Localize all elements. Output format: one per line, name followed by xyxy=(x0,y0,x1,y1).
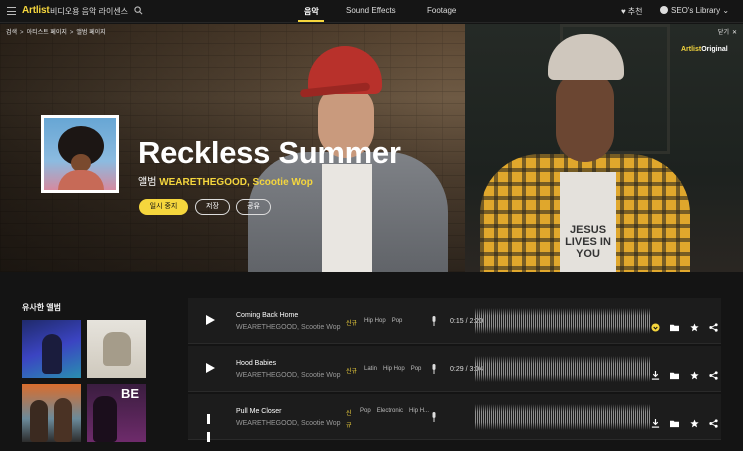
search-icon[interactable] xyxy=(134,6,143,15)
breadcrumb-separator: > xyxy=(20,30,24,36)
vocals-icon xyxy=(432,364,436,374)
share-icon[interactable] xyxy=(709,415,718,428)
chevron-down-icon: ⌄ xyxy=(722,6,730,15)
album-type-label: 앨범 xyxy=(138,177,157,188)
active-tab-indicator xyxy=(298,20,324,22)
tab-music[interactable]: 음악 xyxy=(304,6,319,17)
similar-album-3[interactable] xyxy=(22,384,81,442)
tshirt-print: JESUS LIVES IN YOU xyxy=(565,224,611,260)
track-artists[interactable]: WEARETHEGOOD, Scootie Wop xyxy=(236,324,341,331)
favorite-star-icon[interactable] xyxy=(690,415,699,428)
share-icon[interactable] xyxy=(709,319,718,332)
track-row[interactable]: Coming Back Home WEARETHEGOOD, Scootie W… xyxy=(188,298,721,344)
add-to-folder-icon[interactable] xyxy=(670,367,680,380)
track-row[interactable]: Hood Babies WEARETHEGOOD, Scootie Wop 신규… xyxy=(188,346,721,392)
cover-figure-shoulders xyxy=(58,170,104,190)
genre-tags: Hip Hop Pop xyxy=(364,318,408,324)
new-badge: 신규 xyxy=(346,369,358,375)
original-word: Original xyxy=(701,46,728,53)
breadcrumb-search[interactable]: 검색 xyxy=(6,30,17,36)
genre-tag[interactable]: Hip H... xyxy=(409,408,429,414)
download-icon[interactable] xyxy=(651,415,660,428)
genre-tags: Latin Hip Hop Pop xyxy=(364,366,427,372)
share-album-button[interactable]: 공유 xyxy=(236,199,271,215)
close-label: 닫기 xyxy=(717,30,729,36)
artist-1-shirt xyxy=(322,164,372,272)
artlist-original-badge: ArtlistOriginal xyxy=(681,46,728,53)
track-actions xyxy=(651,363,724,381)
album-3-figure-1 xyxy=(30,400,48,442)
favorite-star-icon[interactable] xyxy=(690,367,699,380)
breadcrumb-album-page: 앨범 페이지 xyxy=(76,30,106,36)
close-button[interactable]: 닫기 ✕ xyxy=(718,27,737,36)
original-brand: Artlist xyxy=(681,46,702,53)
pause-album-button[interactable]: 일시 중지 xyxy=(139,199,188,215)
new-badge: 신규 xyxy=(346,321,358,327)
top-navigation-bar: Artlist 비디오용 음악 라이센스 음악 Sound Effects Fo… xyxy=(0,0,743,23)
album-1-figure xyxy=(42,334,62,374)
track-artists[interactable]: WEARETHEGOOD, Scootie Wop xyxy=(236,420,341,427)
heart-icon: ♥ xyxy=(621,7,626,16)
waveform[interactable] xyxy=(475,308,650,334)
album-3-figure-2 xyxy=(54,398,72,442)
site-tagline: 비디오용 음악 라이센스 xyxy=(50,7,129,16)
album-subtitle: 앨범 WEARETHEGOOD, Scootie Wop xyxy=(138,173,313,188)
play-icon[interactable] xyxy=(206,315,215,325)
track-name[interactable]: Hood Babies xyxy=(236,360,276,367)
user-icon xyxy=(660,6,668,14)
breadcrumb-artist-page[interactable]: 아티스트 페이지 xyxy=(27,30,67,36)
similar-album-2[interactable] xyxy=(87,320,146,378)
album-artists-link[interactable]: WEARETHEGOOD, Scootie Wop xyxy=(159,177,313,188)
vocals-icon xyxy=(432,412,436,422)
genre-tags: Pop Electronic Hip H... xyxy=(360,408,435,414)
track-artists[interactable]: WEARETHEGOOD, Scootie Wop xyxy=(236,372,341,379)
waveform[interactable] xyxy=(475,356,650,382)
library-label: SEO's Library xyxy=(671,6,721,15)
waveform[interactable] xyxy=(475,404,650,430)
genre-tag[interactable]: Pop xyxy=(411,366,422,372)
recommend-link[interactable]: ♥ 추천 xyxy=(621,6,642,17)
share-icon[interactable] xyxy=(709,367,718,380)
similar-albums-heading: 유사한 앨범 xyxy=(22,303,62,312)
track-actions xyxy=(651,411,724,429)
add-to-folder-icon[interactable] xyxy=(670,319,680,332)
track-name[interactable]: Coming Back Home xyxy=(236,312,298,319)
genre-tag[interactable]: Latin xyxy=(364,366,377,372)
tab-sound-effects[interactable]: Sound Effects xyxy=(346,6,396,15)
album-title: Reckless Summer xyxy=(138,135,401,170)
album-4-title-art: BE xyxy=(121,386,140,401)
new-badge: 신규 xyxy=(346,411,352,429)
artist-2-face xyxy=(556,72,614,162)
genre-tag[interactable]: Hip Hop xyxy=(383,366,405,372)
genre-tag[interactable]: Pop xyxy=(392,318,403,324)
genre-tag[interactable]: Hip Hop xyxy=(364,318,386,324)
recommend-label: 추천 xyxy=(627,7,643,16)
track-actions xyxy=(651,315,724,333)
genre-tag[interactable]: Pop xyxy=(360,408,371,414)
download-icon[interactable] xyxy=(651,367,660,380)
genre-tag[interactable]: Electronic xyxy=(377,408,403,414)
menu-icon[interactable] xyxy=(7,7,16,15)
pause-icon[interactable] xyxy=(207,411,216,442)
similar-album-4[interactable]: BE xyxy=(87,384,146,442)
track-row-playing[interactable]: Pull Me Closer WEARETHEGOOD, Scootie Wop… xyxy=(188,394,724,442)
breadcrumb: 검색 > 아티스트 페이지 > 앨범 페이지 xyxy=(6,27,106,36)
album-hero: JESUS LIVES IN YOU 검색 > 아티스트 페이지 > 앨범 페이지 닫기… xyxy=(0,24,743,272)
album-2-figure xyxy=(103,332,131,366)
favorite-star-icon[interactable] xyxy=(690,319,699,332)
breadcrumb-separator: > xyxy=(69,30,74,36)
album-cover xyxy=(41,115,119,193)
downloaded-icon[interactable] xyxy=(651,319,660,332)
save-album-button[interactable]: 저장 xyxy=(195,199,230,215)
add-to-folder-icon[interactable] xyxy=(670,415,680,428)
vocals-icon xyxy=(432,316,436,326)
track-name[interactable]: Pull Me Closer xyxy=(236,408,282,415)
close-icon: ✕ xyxy=(731,30,737,36)
artlist-logo[interactable]: Artlist xyxy=(22,5,50,16)
album-4-figure xyxy=(93,396,117,442)
similar-album-1[interactable] xyxy=(22,320,81,378)
library-link[interactable]: SEO's Library ⌄ xyxy=(660,6,729,15)
play-icon[interactable] xyxy=(206,363,215,373)
tab-footage[interactable]: Footage xyxy=(427,6,456,15)
